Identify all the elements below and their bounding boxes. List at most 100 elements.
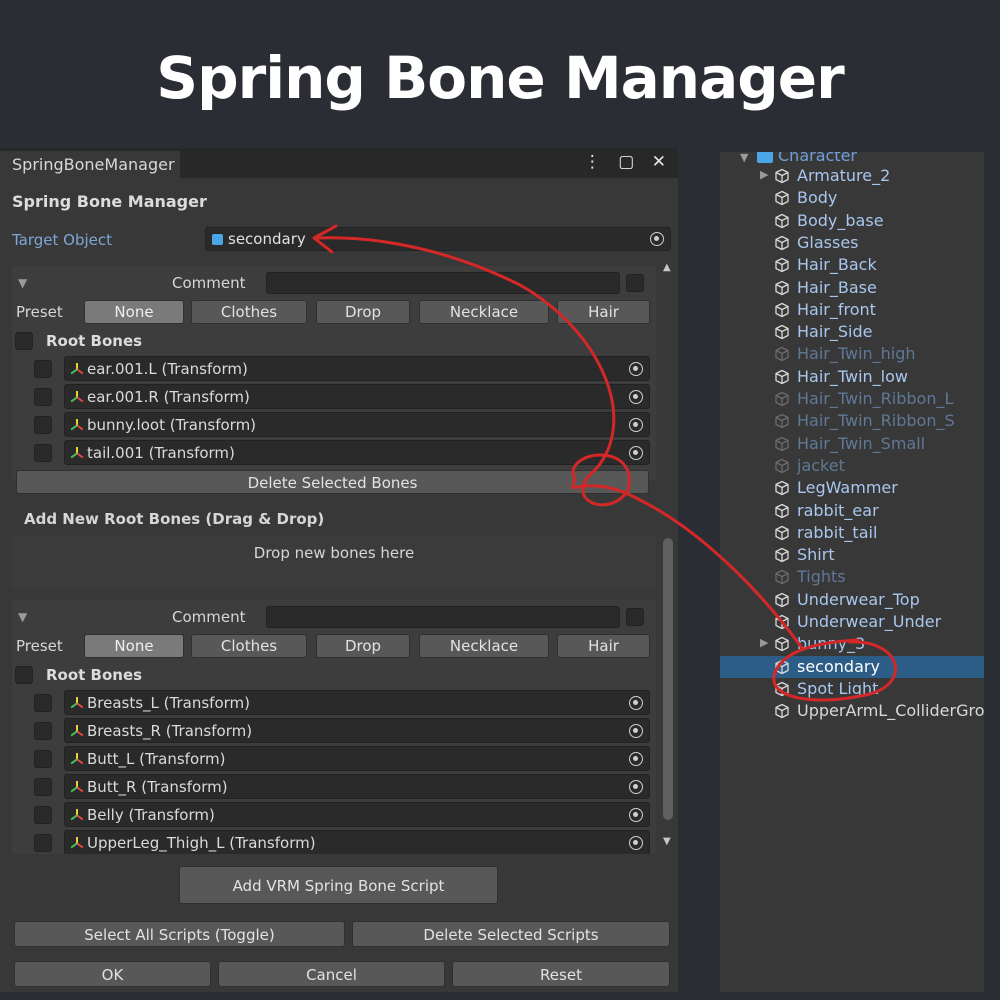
reset-button[interactable]: Reset	[452, 961, 670, 987]
object-picker-icon[interactable]	[629, 446, 643, 460]
bone-field[interactable]: ear.001.L (Transform)	[64, 356, 650, 381]
target-object-field[interactable]: secondary	[205, 227, 671, 251]
preset-necklace-button[interactable]: Necklace	[419, 300, 549, 324]
bone-field[interactable]: Belly (Transform)	[64, 802, 650, 827]
bone-name: Belly (Transform)	[87, 806, 215, 824]
select-all-scripts-button[interactable]: Select All Scripts (Toggle)	[14, 921, 345, 947]
hierarchy-item[interactable]: Hair_Base	[720, 277, 984, 299]
preset-necklace-button[interactable]: Necklace	[419, 634, 549, 658]
hierarchy-item[interactable]: Spot Light	[720, 678, 984, 700]
hierarchy-item[interactable]: Shirt	[720, 544, 984, 566]
gameobject-cube-icon	[775, 436, 789, 451]
bone-field[interactable]: bunny.loot (Transform)	[64, 412, 650, 437]
hierarchy-item[interactable]: Hair_Side	[720, 321, 984, 343]
bone-checkbox[interactable]	[34, 806, 52, 824]
scrollbar-thumb[interactable]	[663, 538, 673, 820]
hierarchy-item[interactable]: jacket	[720, 455, 984, 477]
hierarchy-item[interactable]: Hair_Twin_high	[720, 343, 984, 365]
tab-springbonemanager[interactable]: SpringBoneManager	[0, 151, 180, 178]
bone-field[interactable]: tail.001 (Transform)	[64, 440, 650, 465]
foldout-arrow-icon[interactable]: ▼	[18, 610, 27, 624]
hierarchy-item[interactable]: Tights	[720, 566, 984, 588]
object-picker-icon[interactable]	[629, 836, 643, 850]
comment-checkbox[interactable]	[626, 608, 644, 626]
object-picker-icon[interactable]	[629, 808, 643, 822]
object-picker-icon[interactable]	[629, 418, 643, 432]
hierarchy-item-label: Character	[778, 152, 857, 165]
hierarchy-item[interactable]: Hair_Twin_Ribbon_L	[720, 388, 984, 410]
comment-input[interactable]	[266, 272, 620, 294]
hierarchy-item[interactable]: Hair_Twin_low	[720, 366, 984, 388]
preset-none-button[interactable]: None	[84, 300, 184, 324]
preset-none-button[interactable]: None	[84, 634, 184, 658]
preset-clothes-button[interactable]: Clothes	[191, 634, 307, 658]
preset-drop-button[interactable]: Drop	[316, 300, 410, 324]
bone-checkbox[interactable]	[34, 722, 52, 740]
delete-selected-scripts-button[interactable]: Delete Selected Scripts	[352, 921, 670, 947]
object-picker-icon[interactable]	[629, 780, 643, 794]
hierarchy-item[interactable]: ▶ Armature_2	[720, 165, 984, 187]
ok-button[interactable]: OK	[14, 961, 211, 987]
foldout-arrow-icon[interactable]: ▼	[18, 276, 27, 290]
hierarchy-item[interactable]: Body	[720, 187, 984, 209]
object-picker-icon[interactable]	[629, 362, 643, 376]
hierarchy-item[interactable]: Underwear_Under	[720, 611, 984, 633]
hierarchy-item[interactable]: Body_base	[720, 210, 984, 232]
hierarchy-item[interactable]: Hair_front	[720, 299, 984, 321]
object-picker-icon[interactable]	[629, 390, 643, 404]
drop-zone[interactable]: Drop new bones here	[12, 536, 656, 588]
hierarchy-item[interactable]: rabbit_ear	[720, 500, 984, 522]
hierarchy-item[interactable]: Hair_Back	[720, 254, 984, 276]
hierarchy-item[interactable]: LegWammer	[720, 477, 984, 499]
comment-input[interactable]	[266, 606, 620, 628]
gameobject-cube-icon	[775, 704, 789, 719]
expand-arrow-icon[interactable]: ▶	[760, 168, 768, 181]
bone-field[interactable]: Breasts_R (Transform)	[64, 718, 650, 743]
scroll-down-arrow-icon[interactable]: ▼	[663, 836, 671, 847]
hierarchy-item-label: LegWammer	[797, 478, 898, 498]
expand-arrow-icon[interactable]: ▼	[740, 152, 748, 164]
expand-arrow-icon[interactable]: ▶	[760, 636, 768, 649]
object-picker-icon[interactable]	[629, 752, 643, 766]
bone-checkbox[interactable]	[34, 834, 52, 852]
preset-hair-button[interactable]: Hair	[557, 634, 650, 658]
transform-icon	[70, 363, 84, 375]
hierarchy-item[interactable]: Hair_Twin_Small	[720, 433, 984, 455]
comment-checkbox[interactable]	[626, 274, 644, 292]
bone-field[interactable]: Breasts_L (Transform)	[64, 690, 650, 715]
bone-field[interactable]: Butt_L (Transform)	[64, 746, 650, 771]
add-vrm-spring-bone-script-button[interactable]: Add VRM Spring Bone Script	[179, 866, 498, 904]
cancel-button[interactable]: Cancel	[218, 961, 445, 987]
scroll-up-arrow-icon[interactable]: ▲	[663, 262, 671, 273]
bone-checkbox[interactable]	[34, 360, 52, 378]
bone-checkbox[interactable]	[34, 694, 52, 712]
bone-checkbox[interactable]	[34, 750, 52, 768]
object-picker-icon[interactable]	[650, 232, 664, 246]
object-picker-icon[interactable]	[629, 696, 643, 710]
hierarchy-item[interactable]: rabbit_tail	[720, 522, 984, 544]
hierarchy-item[interactable]: UpperArmL_ColliderGroup	[720, 700, 984, 722]
bone-field[interactable]: UpperLeg_Thigh_L (Transform)	[64, 830, 650, 854]
transform-icon	[70, 447, 84, 459]
bone-checkbox[interactable]	[34, 778, 52, 796]
vertical-scrollbar[interactable]: ▲ ▼	[660, 260, 676, 854]
bone-checkbox[interactable]	[34, 444, 52, 462]
object-picker-icon[interactable]	[629, 724, 643, 738]
hierarchy-item[interactable]: Hair_Twin_Ribbon_S	[720, 410, 984, 432]
hierarchy-item[interactable]: secondary	[720, 655, 984, 678]
root-bones-select-all-checkbox[interactable]	[15, 332, 33, 350]
hierarchy-item[interactable]: Underwear_Top	[720, 589, 984, 611]
hierarchy-item-label: Tights	[797, 567, 846, 587]
root-bones-select-all-checkbox[interactable]	[15, 666, 33, 684]
hierarchy-item[interactable]: ▶ bunny_3	[720, 633, 984, 655]
preset-clothes-button[interactable]: Clothes	[191, 300, 307, 324]
preset-drop-button[interactable]: Drop	[316, 634, 410, 658]
window-actions[interactable]: ⋮ ▢ ✕	[584, 152, 672, 172]
bone-field[interactable]: Butt_R (Transform)	[64, 774, 650, 799]
bone-checkbox[interactable]	[34, 416, 52, 434]
bone-field[interactable]: ear.001.R (Transform)	[64, 384, 650, 409]
bone-checkbox[interactable]	[34, 388, 52, 406]
hierarchy-item[interactable]: Glasses	[720, 232, 984, 254]
preset-hair-button[interactable]: Hair	[557, 300, 650, 324]
delete-selected-bones-button[interactable]: Delete Selected Bones	[16, 470, 649, 494]
